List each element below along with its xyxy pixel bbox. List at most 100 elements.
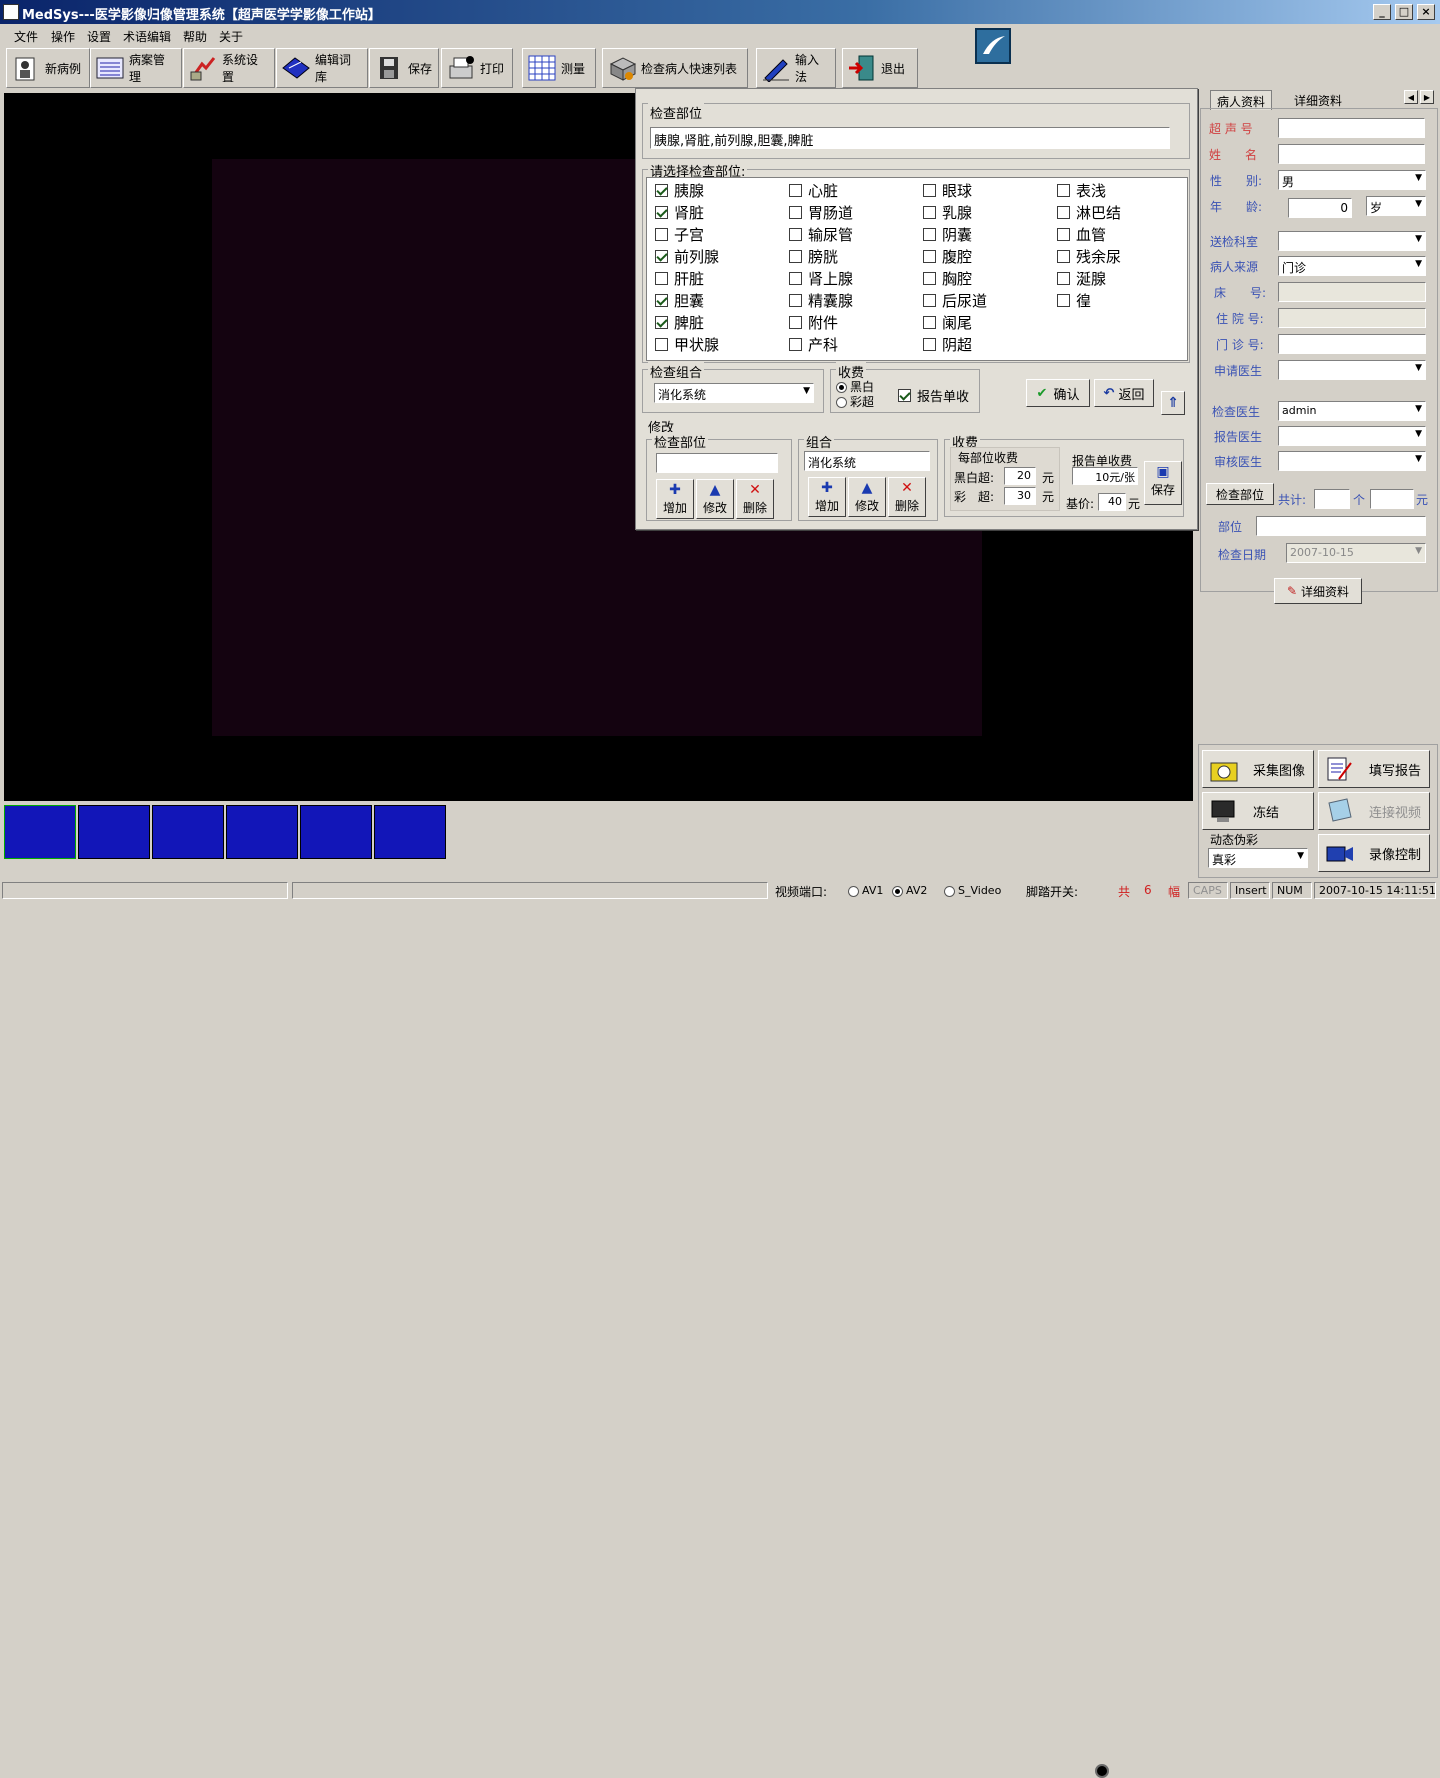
site-checkbox[interactable]: 阴囊 [923,224,972,245]
thumbnail-5[interactable] [300,805,372,859]
site-checkbox[interactable]: 淋巴结 [1057,202,1121,223]
site-modify-button[interactable]: ▲ 修改 [696,479,734,519]
detail-info-button[interactable]: ✎ 详细资料 [1274,578,1362,604]
menu-settings[interactable]: 设置 [87,28,111,45]
exam-date-picker[interactable]: 2007-10-15 ▼ [1286,543,1426,563]
write-report-button[interactable]: 填写报告 [1318,750,1430,788]
site-checkbox[interactable]: 血管 [1057,224,1106,245]
site-checkbox[interactable]: 腹腔 [923,246,972,267]
thumbnail-4[interactable] [226,805,298,859]
site-checkbox[interactable]: 涎腺 [1057,268,1106,289]
maximize-button[interactable]: □ [1395,4,1413,20]
fee-color-radio[interactable]: 彩超 [836,393,874,410]
capture-image-button[interactable]: 采集图像 [1202,750,1314,788]
inpatient-input[interactable] [1278,308,1426,328]
total-fee-input[interactable] [1370,489,1414,509]
thumbnail-2[interactable] [78,805,150,859]
record-control-button[interactable]: 录像控制 [1318,834,1430,872]
site-checkbox[interactable]: 后尿道 [923,290,987,311]
edit-combo-input[interactable]: 消化系统 [804,451,930,471]
tab-detail-info[interactable]: 详细资料 [1288,90,1348,110]
continuous-video-button[interactable]: 连接视频 [1318,792,1430,830]
site-checkbox[interactable]: 胃肠道 [789,202,853,223]
source-select[interactable]: 门诊 ▼ [1278,256,1426,276]
new-case-button[interactable]: 新病例 [6,48,90,88]
menu-help[interactable]: 帮助 [183,28,207,45]
collapse-button[interactable]: ⇑ [1161,391,1185,415]
thumbnail-6[interactable] [374,805,446,859]
site-input[interactable] [1256,516,1426,536]
tab-scroll-right[interactable]: ▶ [1420,90,1434,104]
dept-select[interactable]: ▼ [1278,231,1426,251]
input-method-button[interactable]: 输入法 [756,48,836,88]
sex-select[interactable]: 男 ▼ [1278,170,1426,190]
edit-site-input[interactable] [656,453,778,473]
close-button[interactable]: × [1417,4,1435,20]
applicant-select[interactable]: ▼ [1278,360,1426,380]
site-add-button[interactable]: ✚ 增加 [656,479,694,519]
back-button[interactable]: ↶ 返回 [1094,379,1154,407]
confirm-button[interactable]: ✔ 确认 [1026,379,1090,407]
svideo-radio[interactable]: S_Video [944,884,1001,897]
combo-delete-button[interactable]: ✕ 删除 [888,477,926,517]
site-checkbox[interactable]: 肾脏 [655,202,704,223]
av1-radio[interactable]: AV1 [848,884,883,897]
edit-dictionary-button[interactable]: 编辑词库 [276,48,368,88]
bed-input[interactable] [1278,282,1426,302]
site-checkbox[interactable]: 心脏 [789,180,838,201]
av2-radio[interactable]: AV2 [892,884,927,897]
menu-operate[interactable]: 操作 [51,28,75,45]
base-price-input[interactable]: 40 [1098,493,1126,511]
site-checkbox[interactable]: 胆囊 [655,290,704,311]
review-doctor-select[interactable]: ▼ [1278,451,1426,471]
age-unit-select[interactable]: 岁 ▼ [1366,196,1426,216]
name-input[interactable] [1278,144,1425,164]
thumbnail-1[interactable] [4,805,76,859]
site-checkbox[interactable]: 膀胱 [789,246,838,267]
thumbnail-3[interactable] [152,805,224,859]
menu-about[interactable]: 关于 [219,28,243,45]
combo-select[interactable]: 消化系统 ▼ [654,383,814,403]
combo-add-button[interactable]: ✚ 增加 [808,477,846,517]
patient-quick-list-button[interactable]: 检查病人快速列表 [602,48,748,88]
site-checkbox[interactable]: 附件 [789,312,838,333]
menu-terms[interactable]: 术语编辑 [123,28,171,45]
pseudo-color-select[interactable]: 真彩 ▼ [1208,848,1308,868]
total-count-input[interactable] [1314,489,1350,509]
save-button[interactable]: 保存 [369,48,439,88]
site-checkbox[interactable]: 子宫 [655,224,704,245]
site-checkbox[interactable]: 输尿管 [789,224,853,245]
site-checkbox[interactable]: 脾脏 [655,312,704,333]
site-checkbox[interactable]: 肾上腺 [789,268,853,289]
site-delete-button[interactable]: ✕ 删除 [736,479,774,519]
report-fee-input[interactable]: 10元/张 [1072,467,1138,485]
age-input[interactable]: 0 [1288,198,1352,218]
site-checkbox[interactable]: 产科 [789,334,838,355]
site-checkbox[interactable]: 甲状腺 [655,334,719,355]
site-checkbox[interactable]: 胸腔 [923,268,972,289]
site-checkbox[interactable]: 精囊腺 [789,290,853,311]
exam-doctor-select[interactable]: admin ▼ [1278,401,1426,421]
minimize-button[interactable]: _ [1373,4,1391,20]
report-fee-checkbox[interactable]: 报告单收 [898,386,969,405]
site-checkbox[interactable]: 前列腺 [655,246,719,267]
outpatient-input[interactable] [1278,334,1426,354]
site-checkbox[interactable]: 眼球 [923,180,972,201]
fee-save-button[interactable]: ▣ 保存 [1144,461,1182,505]
exit-button[interactable]: 退出 [842,48,918,88]
system-settings-button[interactable]: 系统设置 [183,48,275,88]
ultrasound-no-input[interactable] [1278,118,1425,138]
exam-site-button[interactable]: 检查部位 [1206,483,1274,505]
freeze-button[interactable]: 冻结 [1202,792,1314,830]
exam-site-input[interactable]: 胰腺,肾脏,前列腺,胆囊,脾脏 [650,127,1170,149]
tab-scroll-left[interactable]: ◀ [1404,90,1418,104]
combo-modify-button[interactable]: ▲ 修改 [848,477,886,517]
site-checkbox[interactable]: 阴超 [923,334,972,355]
site-checkbox[interactable]: 胰腺 [655,180,704,201]
site-checkbox[interactable]: 阑尾 [923,312,972,333]
site-checkbox[interactable]: 残余尿 [1057,246,1121,267]
menu-file[interactable]: 文件 [14,28,38,45]
site-checkbox[interactable]: 徨 [1057,290,1091,311]
tab-patient-info[interactable]: 病人资料 [1210,90,1273,110]
site-checkbox[interactable]: 表浅 [1057,180,1106,201]
